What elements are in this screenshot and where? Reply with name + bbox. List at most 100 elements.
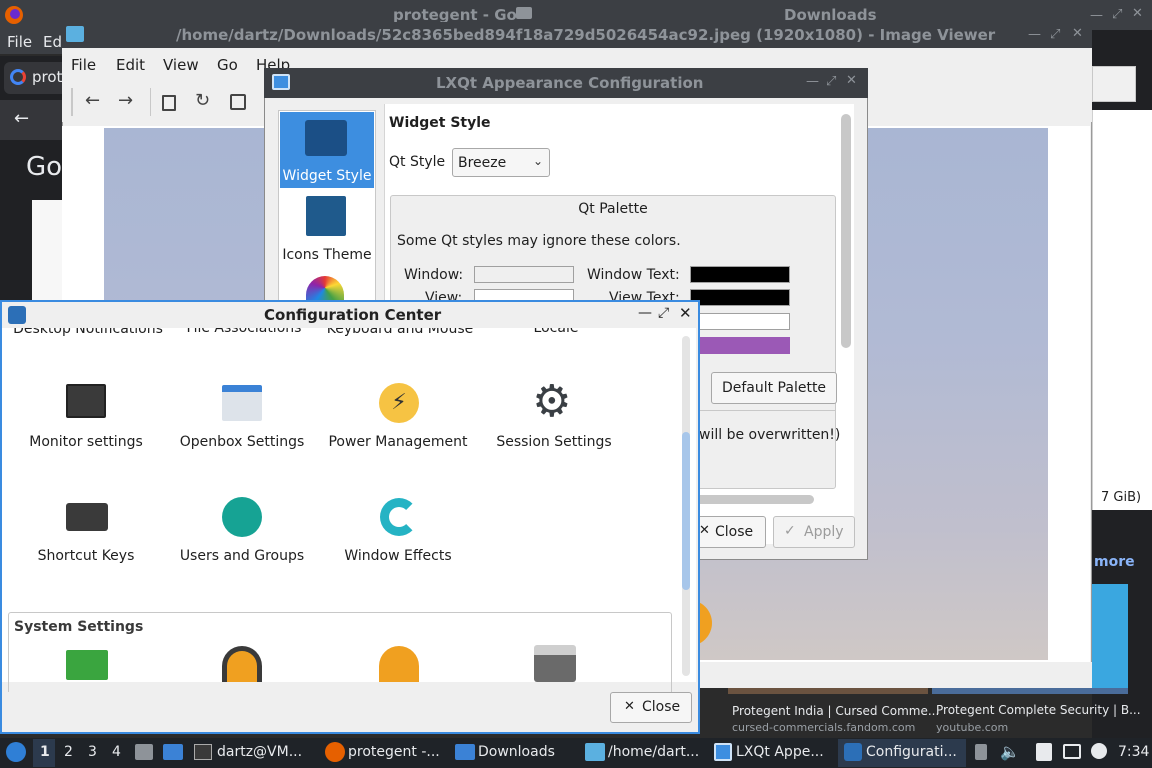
downloads-button[interactable] [1092, 66, 1136, 102]
back-icon[interactable]: ← [14, 108, 29, 129]
monitor-icon [66, 384, 106, 418]
close-icon[interactable]: ✕ [679, 304, 692, 322]
item-shortcut-keys[interactable]: Shortcut Keys [8, 548, 164, 564]
reload-icon[interactable]: ↻ [195, 90, 210, 111]
checkmark-icon: ✓ [784, 523, 796, 539]
copy-icon[interactable] [162, 95, 176, 111]
desktop-4[interactable]: 4 [112, 744, 121, 760]
clipboard-icon[interactable] [1036, 743, 1052, 761]
firefox-icon [5, 6, 23, 24]
default-palette-button[interactable]: Default Palette [711, 372, 837, 404]
start-menu-icon[interactable] [6, 742, 26, 762]
item-keyboard-and-mouse[interactable]: Keyboard and Mouse [322, 328, 478, 338]
view-text-color-button[interactable] [690, 289, 790, 306]
maximize-icon[interactable]: ⤢ [1112, 7, 1122, 22]
minimize-icon[interactable]: — [806, 74, 819, 89]
highlight-text-color-button[interactable] [690, 313, 790, 330]
task-image-viewer[interactable]: /home/dart... [608, 744, 699, 760]
window-text-color-button[interactable] [690, 266, 790, 283]
folder-icon [516, 7, 532, 19]
google-logo: Go [26, 152, 63, 182]
file-manager-icon[interactable] [163, 744, 183, 760]
notification-icon[interactable] [1091, 743, 1107, 759]
menu-file[interactable]: File [71, 56, 96, 74]
terminal-icon [194, 744, 212, 760]
chevron-down-icon: ⌄ [533, 154, 544, 168]
appearance-apply-button[interactable]: ✓ Apply [773, 516, 855, 548]
grub-icon [222, 646, 262, 682]
maximize-icon[interactable]: ⤢ [658, 305, 669, 321]
configuration-center-close-button[interactable]: ✕ Close [610, 692, 692, 723]
item-power-management[interactable]: Power Management [320, 434, 476, 450]
sidebar-item-icons-theme[interactable]: Icons Theme [280, 190, 374, 266]
window-text-color-label: Window Text: [587, 267, 680, 283]
more-link[interactable]: more [1094, 554, 1135, 570]
menu-edit[interactable]: Ed [43, 33, 62, 51]
sidebar-item-widget-style[interactable]: Widget Style [280, 112, 374, 188]
task-terminal[interactable]: dartz@VM... [217, 744, 302, 760]
vertical-scrollbar[interactable] [841, 114, 851, 348]
item-users-and-groups[interactable]: Users and Groups [164, 548, 320, 564]
configuration-center-titlebar: Configuration Center — ⤢ ✕ [2, 302, 698, 328]
palette-note: Some Qt styles may ignore these colors. [397, 233, 681, 249]
card-title-2[interactable]: Protegent Complete Security | B... [936, 703, 1141, 717]
show-desktop-icon[interactable] [135, 744, 153, 760]
task-appearance[interactable]: LXQt Appe... [736, 744, 824, 760]
close-icon[interactable]: ✕ [1132, 6, 1143, 21]
qt-style-select[interactable]: Breeze ⌄ [452, 148, 550, 177]
desktop-2[interactable]: 2 [64, 744, 73, 760]
maximize-icon[interactable]: ⤢ [1050, 27, 1060, 42]
close-icon[interactable]: ✕ [846, 73, 857, 88]
task-downloads[interactable]: Downloads [478, 744, 555, 760]
network-icon[interactable] [1063, 744, 1081, 759]
item-monitor-settings[interactable]: Monitor settings [8, 434, 164, 450]
item-window-effects[interactable]: Window Effects [320, 548, 476, 564]
item-file-associations[interactable]: File Associations [166, 328, 322, 336]
clock[interactable]: 7:34 [1118, 744, 1149, 760]
apply-label: Apply [804, 524, 844, 540]
horizontal-scrollbar[interactable] [690, 495, 814, 504]
widget-style-icon [305, 120, 347, 156]
close-icon: ✕ [624, 699, 635, 714]
toolbar-handle [71, 88, 73, 116]
highlight-color-button[interactable] [690, 337, 790, 354]
volume-icon[interactable]: 🔈 [1000, 742, 1020, 761]
minimize-icon[interactable]: — [1090, 8, 1103, 23]
item-session-settings[interactable]: Session Settings [476, 434, 632, 450]
close-icon: ✕ [699, 523, 710, 538]
menu-go[interactable]: Go [217, 56, 238, 74]
menu-file[interactable]: File [7, 33, 32, 51]
appearance-close-button[interactable]: ✕ Close [690, 516, 766, 548]
card-title-1[interactable]: Protegent India | Cursed Comme... [732, 704, 939, 718]
save-icon[interactable] [230, 94, 246, 110]
google-favicon-icon [10, 69, 26, 85]
previous-icon[interactable]: ← [85, 90, 100, 111]
desktop-1[interactable]: 1 [40, 744, 50, 760]
configuration-center-icon [844, 743, 862, 761]
thumbnail-right[interactable] [1092, 584, 1128, 692]
item-desktop-notifications[interactable]: Desktop Notifications [10, 328, 166, 338]
sidebar-item-label: Icons Theme [282, 247, 372, 263]
card-image-right[interactable] [932, 688, 1128, 694]
menu-view[interactable]: View [163, 56, 199, 74]
desktop-3[interactable]: 3 [88, 744, 97, 760]
users-icon [222, 497, 262, 537]
item-locale[interactable]: Locale [478, 328, 634, 336]
firefox-tab[interactable]: prot [4, 62, 66, 94]
scrollbar-thumb[interactable] [682, 432, 690, 590]
card-image-left[interactable] [728, 688, 928, 694]
tray-icon[interactable] [975, 744, 987, 760]
item-openbox-settings[interactable]: Openbox Settings [164, 434, 320, 450]
menu-edit[interactable]: Edit [116, 56, 145, 74]
minimize-icon[interactable]: — [1028, 27, 1041, 42]
next-icon[interactable]: → [118, 90, 133, 111]
image-viewer-app-icon [66, 26, 84, 42]
close-icon[interactable]: ✕ [1072, 26, 1083, 41]
maximize-icon[interactable]: ⤢ [826, 74, 836, 89]
keyboard-icon [66, 503, 108, 531]
firefox-menubar: File Ed [0, 30, 64, 54]
window-color-button[interactable] [474, 266, 574, 283]
task-firefox[interactable]: protegent -... [348, 744, 440, 760]
task-configuration-center[interactable]: Configurati... [866, 744, 957, 760]
minimize-icon[interactable]: — [638, 305, 652, 321]
